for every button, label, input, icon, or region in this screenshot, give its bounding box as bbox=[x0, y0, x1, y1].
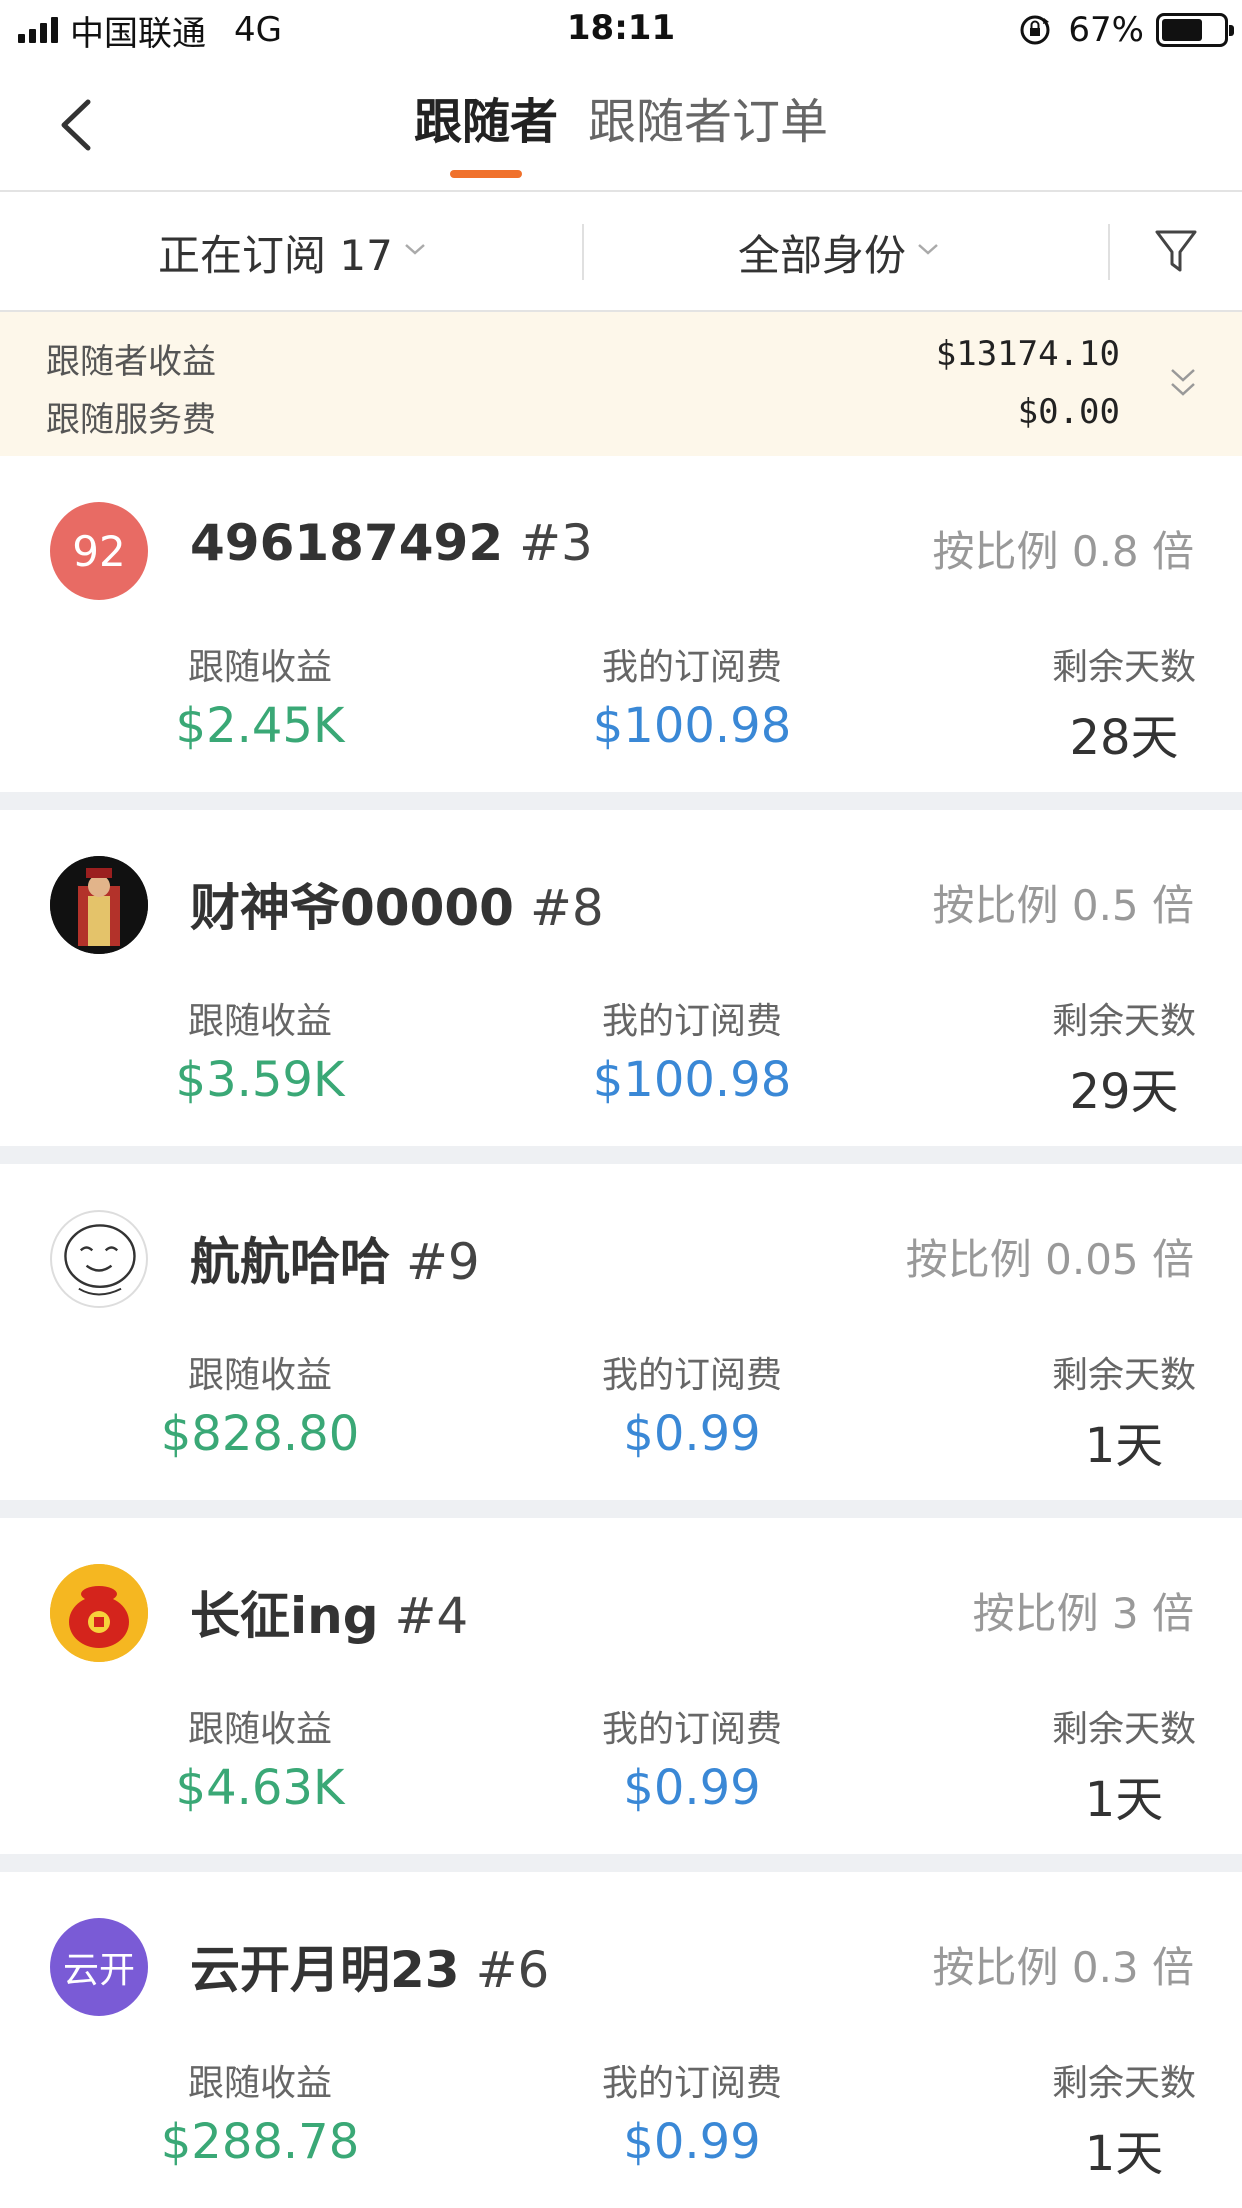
filter-funnel-icon[interactable] bbox=[1154, 228, 1198, 276]
nav-bar: 跟随者 跟随者订单 bbox=[0, 62, 1242, 192]
subscription-fee-value: $100.98 bbox=[592, 698, 792, 754]
days-left-value: 29天 bbox=[1069, 1064, 1179, 1120]
days-left-value: 28天 bbox=[1069, 710, 1179, 766]
earnings-label: 跟随收益 bbox=[187, 1709, 332, 1750]
follower-name: 财神爷00000 #8 bbox=[190, 868, 604, 940]
follower-username: 长征ing bbox=[190, 1587, 379, 1645]
follower-name: 496187492 #3 bbox=[190, 514, 593, 572]
follower-card[interactable]: 航航哈哈 #9 按比例 0.05 倍 跟随收益 我的订阅费 剩余天数 $828.8… bbox=[0, 1164, 1242, 1500]
follower-rank: #4 bbox=[394, 1587, 469, 1645]
chevron-down-icon bbox=[404, 244, 425, 255]
follower-card[interactable]: 财神爷00000 #8 按比例 0.5 倍 跟随收益 我的订阅费 剩余天数 $3.… bbox=[0, 810, 1242, 1146]
status-bar-right: 67% bbox=[1018, 8, 1234, 52]
days-left-value: 1天 bbox=[1084, 1418, 1164, 1474]
follower-username: 496187492 bbox=[190, 514, 504, 572]
tab-follower-orders[interactable]: 跟随者订单 bbox=[588, 92, 828, 152]
subscription-fee-label: 我的订阅费 bbox=[601, 1355, 782, 1396]
avatar-image bbox=[50, 856, 148, 954]
filter-bar: 正在订阅 17 全部身份 bbox=[0, 192, 1242, 312]
follow-ratio: 按比例 0.8 倍 bbox=[932, 527, 1195, 576]
subscription-fee-label: 我的订阅费 bbox=[601, 647, 782, 688]
follower-earnings-value: $13174.10 bbox=[935, 334, 1120, 374]
subscription-fee-label: 我的订阅费 bbox=[601, 1709, 782, 1750]
subscription-fee-value: $0.99 bbox=[623, 2114, 761, 2170]
subscription-fee-label: 我的订阅费 bbox=[601, 1001, 782, 1042]
battery-percent: 67% bbox=[1068, 10, 1144, 50]
identity-filter-label: 全部身份 bbox=[738, 230, 907, 280]
follower-name: 长征ing #4 bbox=[190, 1576, 468, 1648]
filter-divider bbox=[1108, 224, 1110, 280]
rotation-lock-icon bbox=[1020, 15, 1050, 45]
follower-rank: #6 bbox=[475, 1941, 550, 1999]
days-left-label: 剩余天数 bbox=[1051, 1355, 1196, 1396]
follow-ratio: 按比例 0.05 倍 bbox=[905, 1235, 1194, 1284]
avatar: 92 bbox=[50, 502, 148, 600]
days-left-label: 剩余天数 bbox=[1051, 647, 1196, 688]
tab-active-indicator bbox=[450, 170, 522, 178]
follower-name: 云开月明23 #6 bbox=[190, 1930, 549, 2002]
subscribing-filter-label: 正在订阅 17 bbox=[158, 230, 393, 280]
earnings-value: $3.59K bbox=[175, 1052, 345, 1108]
back-arrow-icon[interactable] bbox=[50, 90, 110, 160]
earnings-value: $288.78 bbox=[160, 2114, 360, 2170]
earnings-label: 跟随收益 bbox=[187, 2063, 332, 2104]
subscription-fee-value: $0.99 bbox=[623, 1760, 761, 1816]
earnings-label: 跟随收益 bbox=[187, 647, 332, 688]
earnings-label: 跟随收益 bbox=[187, 1001, 332, 1042]
follower-username: 云开月明23 bbox=[190, 1941, 460, 1999]
days-left-label: 剩余天数 bbox=[1051, 1709, 1196, 1750]
follow-ratio: 按比例 0.3 倍 bbox=[932, 1943, 1195, 1992]
avatar bbox=[50, 1210, 148, 1308]
follower-username: 航航哈哈 bbox=[190, 1233, 390, 1291]
status-bar: 中国联通 4G 18:11 67% bbox=[0, 0, 1242, 62]
earnings-value: $2.45K bbox=[175, 698, 345, 754]
avatar bbox=[50, 1564, 148, 1662]
follower-name: 航航哈哈 #9 bbox=[190, 1222, 480, 1294]
avatar bbox=[50, 856, 148, 954]
filter-divider bbox=[582, 224, 584, 280]
follower-card[interactable]: 云开 云开月明23 #6 按比例 0.3 倍 跟随收益 我的订阅费 剩余天数 $2… bbox=[0, 1872, 1242, 2208]
days-left-label: 剩余天数 bbox=[1051, 1001, 1196, 1042]
subscription-fee-label: 我的订阅费 bbox=[601, 2063, 782, 2104]
follower-rank: #8 bbox=[529, 879, 604, 937]
follow-ratio: 按比例 0.5 倍 bbox=[932, 881, 1195, 930]
earnings-summary: 跟随者收益 $13174.10 跟随服务费 $0.00 bbox=[0, 312, 1242, 456]
battery-icon bbox=[1156, 13, 1234, 47]
service-fee-label: 跟随服务费 bbox=[46, 400, 216, 440]
follower-card[interactable]: 92 496187492 #3 按比例 0.8 倍 跟随收益 我的订阅费 剩余天数… bbox=[0, 456, 1242, 792]
follower-card[interactable]: 长征ing #4 按比例 3 倍 跟随收益 我的订阅费 剩余天数 $4.63K $… bbox=[0, 1518, 1242, 1854]
follower-rank: #9 bbox=[406, 1233, 480, 1291]
subscribing-filter[interactable]: 正在订阅 17 bbox=[158, 192, 427, 312]
avatar: 云开 bbox=[50, 1918, 148, 2016]
subscription-fee-value: $0.99 bbox=[623, 1406, 761, 1462]
avatar-image bbox=[64, 1224, 136, 1296]
days-left-label: 剩余天数 bbox=[1051, 2063, 1196, 2104]
earnings-value: $4.63K bbox=[175, 1760, 345, 1816]
chevron-down-icon bbox=[918, 244, 938, 255]
follower-rank: #3 bbox=[519, 514, 593, 572]
tab-followers[interactable]: 跟随者 bbox=[414, 92, 558, 152]
days-left-value: 1天 bbox=[1084, 1772, 1164, 1828]
follower-earnings-label: 跟随者收益 bbox=[46, 342, 216, 382]
earnings-label: 跟随收益 bbox=[187, 1355, 332, 1396]
follower-username: 财神爷00000 bbox=[190, 879, 514, 937]
avatar-image bbox=[50, 1564, 148, 1662]
earnings-value: $828.80 bbox=[160, 1406, 360, 1462]
service-fee-value: $0.00 bbox=[1017, 392, 1120, 432]
expand-chevron-icon[interactable] bbox=[1168, 360, 1198, 406]
subscription-fee-value: $100.98 bbox=[592, 1052, 792, 1108]
follow-ratio: 按比例 3 倍 bbox=[972, 1589, 1194, 1638]
identity-filter[interactable]: 全部身份 bbox=[738, 192, 940, 312]
days-left-value: 1天 bbox=[1084, 2126, 1164, 2182]
